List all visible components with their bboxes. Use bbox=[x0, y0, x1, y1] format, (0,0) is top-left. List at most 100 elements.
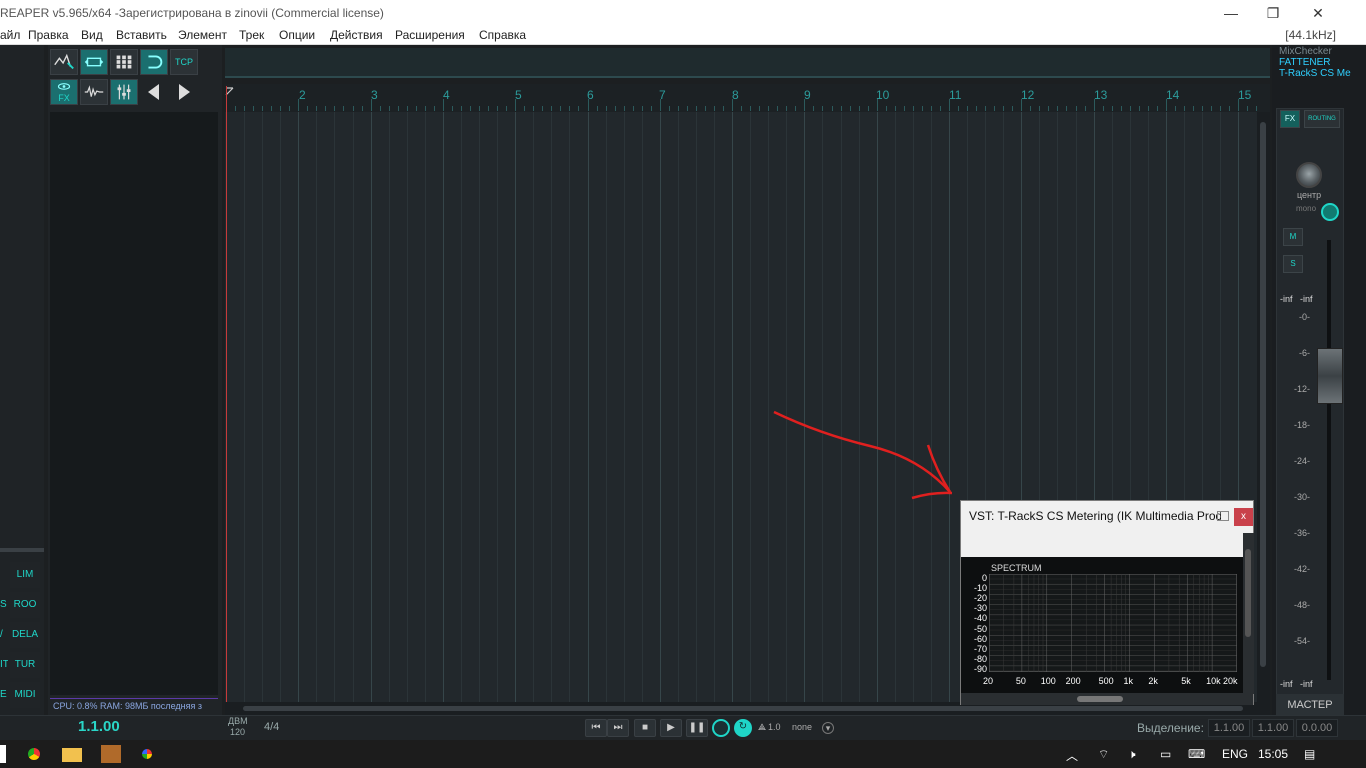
scroll-thumb[interactable] bbox=[1260, 122, 1266, 667]
record-button[interactable] bbox=[712, 719, 730, 737]
battery-icon[interactable]: ▭ bbox=[1160, 747, 1171, 761]
spectrum-x-label: 5k bbox=[1181, 676, 1191, 686]
menu-help[interactable]: Справка bbox=[479, 28, 526, 42]
routing-button[interactable]: ROUTING bbox=[1304, 110, 1340, 128]
keyboard-icon[interactable]: ⌨ bbox=[1188, 747, 1205, 761]
scroll-thumb[interactable] bbox=[1245, 549, 1251, 637]
chevron-down-icon[interactable]: ▾ bbox=[822, 722, 834, 734]
solo-button[interactable]: S bbox=[1283, 255, 1303, 273]
grid-line bbox=[424, 112, 426, 702]
master-fx-slot[interactable]: FATTENER bbox=[1279, 57, 1330, 68]
peak-right: -inf bbox=[1300, 294, 1313, 304]
play-button[interactable]: ▶ bbox=[660, 719, 682, 737]
fx-button-lim[interactable]: LIM bbox=[10, 562, 40, 588]
menu-view[interactable]: Вид bbox=[81, 28, 103, 42]
menu-item[interactable]: Элемент bbox=[178, 28, 227, 42]
vst-horizontal-scrollbar[interactable] bbox=[961, 693, 1253, 705]
master-fx-slot[interactable]: T-RackS CS Me bbox=[1279, 68, 1351, 79]
volume-fader-handle[interactable] bbox=[1317, 348, 1343, 404]
selection-end[interactable]: 1.1.00 bbox=[1252, 719, 1294, 737]
menu-extensions[interactable]: Расширения bbox=[395, 28, 465, 42]
menu-insert[interactable]: Вставить bbox=[116, 28, 167, 42]
minimize-button[interactable]: — bbox=[1221, 4, 1241, 22]
language-indicator[interactable]: ENG bbox=[1222, 747, 1248, 761]
go-to-end-button[interactable]: ⏭ bbox=[607, 719, 629, 737]
waveform-button[interactable] bbox=[80, 79, 108, 105]
settings-gear-icon[interactable] bbox=[1321, 203, 1339, 221]
vst-vertical-scrollbar[interactable] bbox=[1243, 533, 1254, 694]
ruler-tick bbox=[921, 106, 923, 111]
spectrum-x-label: 500 bbox=[1098, 676, 1114, 686]
tcp-button[interactable]: TCP bbox=[170, 49, 198, 75]
volume-fader-track[interactable] bbox=[1327, 240, 1331, 680]
go-to-start-button[interactable]: ⏮ bbox=[585, 719, 607, 737]
ruler-tick bbox=[316, 106, 318, 111]
volume-icon[interactable]: 🕨 bbox=[1128, 747, 1136, 762]
close-button[interactable]: ✕ bbox=[1308, 4, 1328, 22]
loop-button[interactable]: ↻ bbox=[734, 719, 752, 737]
prev-button[interactable] bbox=[140, 79, 168, 105]
menu-file[interactable]: айл bbox=[0, 28, 20, 42]
fx-toggle-button[interactable]: FX bbox=[50, 79, 78, 105]
ruler-tick bbox=[1111, 106, 1113, 111]
next-button[interactable] bbox=[170, 79, 198, 105]
wifi-icon[interactable]: ⌔ bbox=[1098, 747, 1109, 762]
stop-button[interactable]: ■ bbox=[634, 719, 656, 737]
master-track-label[interactable]: МАСТЕР bbox=[1276, 694, 1344, 716]
chrome-icon[interactable] bbox=[25, 745, 43, 763]
bar-number: 13 bbox=[1094, 88, 1108, 102]
restore-button[interactable]: ❐ bbox=[1263, 4, 1283, 22]
pan-knob[interactable] bbox=[1296, 162, 1322, 188]
scroll-thumb[interactable] bbox=[243, 706, 1243, 711]
fx-button-tur[interactable]: TUR bbox=[10, 652, 40, 678]
menu-options[interactable]: Опции bbox=[279, 28, 315, 42]
region-lane[interactable] bbox=[225, 48, 1270, 78]
divider[interactable] bbox=[0, 548, 44, 552]
playhead-position[interactable]: 1.1.00 bbox=[78, 718, 120, 735]
spectrum-x-label: 50 bbox=[1015, 676, 1026, 686]
spectrum-title: SPECTRUM bbox=[991, 563, 1042, 573]
grid-line bbox=[497, 112, 499, 702]
sync-mode[interactable]: none bbox=[792, 722, 812, 732]
fx-button-dela[interactable]: DELA bbox=[10, 622, 40, 648]
grid-button[interactable] bbox=[110, 49, 138, 75]
folder-icon[interactable] bbox=[62, 748, 82, 762]
mixer-button[interactable] bbox=[110, 79, 138, 105]
ruler-tick bbox=[686, 106, 688, 111]
vst-close-button[interactable]: x bbox=[1234, 508, 1253, 526]
grid-line bbox=[442, 112, 444, 702]
pause-button[interactable]: ❚❚ bbox=[686, 719, 708, 737]
meter-scale-label: -48- bbox=[1293, 600, 1310, 610]
notification-icon[interactable]: ▤ bbox=[1304, 747, 1315, 761]
clock[interactable]: 15:05 bbox=[1258, 747, 1288, 761]
ruler-tick bbox=[235, 106, 237, 111]
mute-button[interactable]: M bbox=[1283, 228, 1303, 246]
playrate-value[interactable]: 1.0 bbox=[768, 722, 781, 732]
ruler-tick bbox=[406, 106, 408, 111]
start-icon[interactable] bbox=[0, 745, 6, 763]
app-icon[interactable] bbox=[101, 745, 121, 763]
track-list[interactable] bbox=[50, 112, 218, 695]
scroll-thumb[interactable] bbox=[1077, 696, 1123, 702]
chevron-up-icon[interactable]: ︿ bbox=[1066, 747, 1078, 764]
timeline-ruler[interactable]: 2 3 4 5 6 7 8 9 10 11 12 13 14 15 bbox=[225, 84, 1270, 112]
snap-button[interactable] bbox=[140, 49, 168, 75]
selection-length[interactable]: 0.0.00 bbox=[1296, 719, 1338, 737]
envelope-tool-button[interactable] bbox=[50, 49, 78, 75]
resize-icon[interactable] bbox=[1217, 511, 1229, 521]
menu-actions[interactable]: Действия bbox=[330, 28, 383, 42]
master-fx-slot[interactable]: MixChecker bbox=[1279, 46, 1332, 57]
menu-edit[interactable]: Правка bbox=[28, 28, 69, 42]
reaper-taskbar-icon[interactable] bbox=[138, 745, 156, 763]
master-fx-button[interactable]: FX bbox=[1280, 110, 1300, 128]
ripple-edit-button[interactable] bbox=[80, 49, 108, 75]
fx-button-midi[interactable]: MIDI bbox=[10, 682, 40, 708]
time-signature[interactable]: 4/4 bbox=[264, 721, 279, 733]
selection-start[interactable]: 1.1.00 bbox=[1208, 719, 1250, 737]
metronome-icon[interactable]: ⟁ bbox=[758, 722, 766, 733]
fx-button-roo[interactable]: ROO bbox=[10, 592, 40, 618]
bpm-value[interactable]: 120 bbox=[230, 727, 245, 738]
arrange-vertical-scrollbar[interactable] bbox=[1257, 112, 1270, 702]
menu-track[interactable]: Трек bbox=[239, 28, 264, 42]
ruler-tick bbox=[876, 99, 878, 111]
